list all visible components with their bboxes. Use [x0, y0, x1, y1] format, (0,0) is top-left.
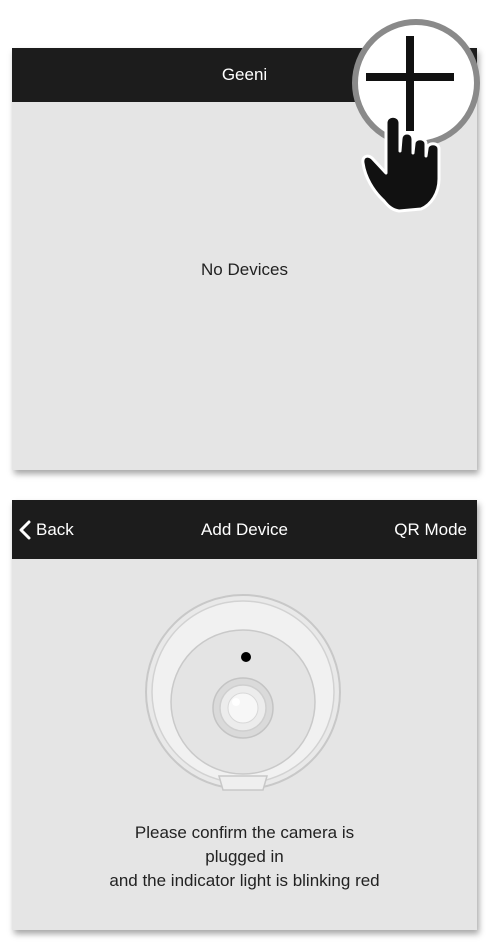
back-button[interactable]: Back — [18, 500, 74, 559]
add-device-screen: Back Add Device QR Mode Please confirm t… — [12, 500, 477, 930]
add-device-callout — [352, 19, 480, 213]
qr-mode-button[interactable]: QR Mode — [394, 500, 467, 559]
camera-illustration — [145, 594, 341, 791]
add-device-button[interactable] — [352, 19, 480, 147]
instruction-line: plugged in — [205, 847, 284, 866]
instruction-line: Please confirm the camera is — [134, 823, 355, 842]
back-label: Back — [36, 519, 74, 539]
empty-state-message: No Devices — [201, 260, 288, 279]
chevron-left-icon — [19, 520, 31, 539]
add-device-header: Back Add Device QR Mode — [12, 500, 477, 559]
indicator-light — [241, 652, 251, 662]
instruction-line: and the indicator light is blinking red — [109, 871, 380, 890]
instructions-text: Please confirm the camera is plugged in … — [12, 821, 477, 893]
